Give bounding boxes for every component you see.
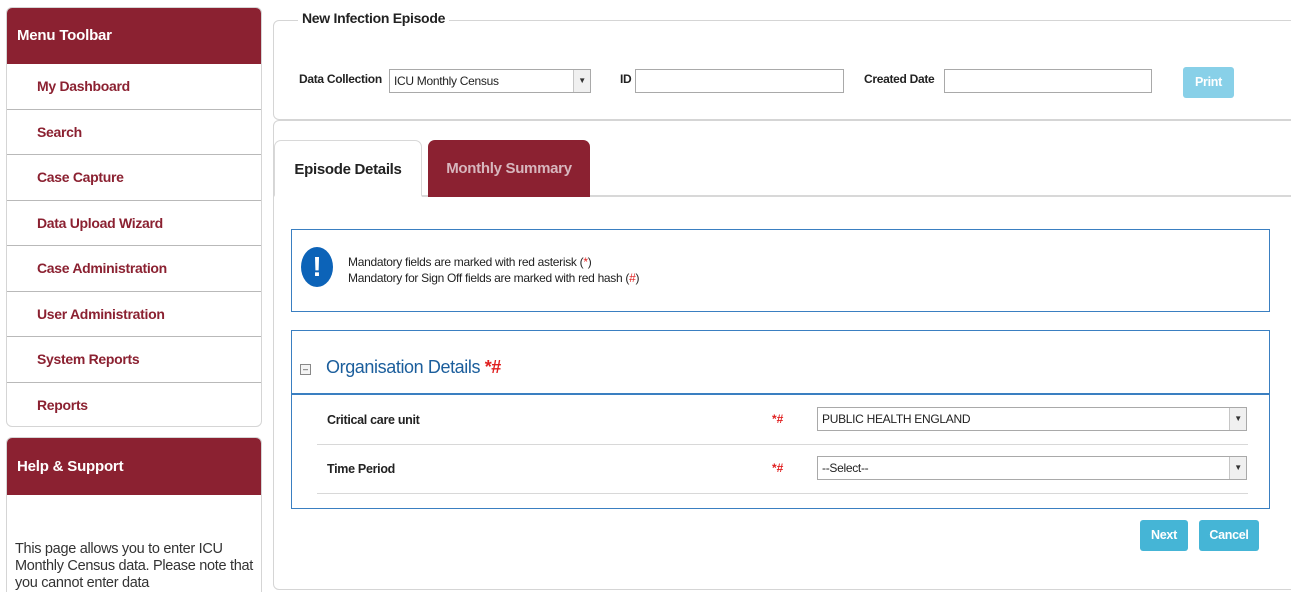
critical-care-unit-select[interactable]: PUBLIC HEALTH ENGLAND ▼ bbox=[817, 407, 1247, 431]
exclamation-icon: ! bbox=[301, 247, 333, 287]
required-mark: *# bbox=[484, 357, 502, 377]
organisation-details-title: Organisation Details *# bbox=[326, 357, 502, 377]
sidebar-item-case-capture[interactable]: Case Capture bbox=[7, 155, 261, 201]
next-button[interactable]: Next bbox=[1140, 520, 1188, 551]
menu-toolbar-header: Menu Toolbar bbox=[7, 8, 261, 64]
time-period-label: Time Period bbox=[327, 462, 396, 476]
menu-list: My Dashboard Search Case Capture Data Up… bbox=[7, 64, 261, 427]
sidebar-item-data-upload-wizard[interactable]: Data Upload Wizard bbox=[7, 201, 261, 246]
data-collection-select[interactable]: ICU Monthly Census ▼ bbox=[389, 69, 591, 93]
critical-care-unit-value: PUBLIC HEALTH ENGLAND bbox=[822, 412, 971, 426]
time-period-select[interactable]: --Select-- ▼ bbox=[817, 456, 1247, 480]
required-mark: *# bbox=[772, 461, 784, 475]
sidebar-item-search[interactable]: Search bbox=[7, 110, 261, 155]
data-collection-value: ICU Monthly Census bbox=[394, 74, 499, 88]
print-button[interactable]: Print bbox=[1183, 67, 1234, 98]
menu-toolbar-panel: Menu Toolbar My Dashboard Search Case Ca… bbox=[6, 7, 262, 427]
created-date-input[interactable] bbox=[944, 69, 1152, 93]
tab-monthly-summary[interactable]: Monthly Summary bbox=[428, 140, 590, 197]
created-date-label: Created Date bbox=[864, 72, 935, 86]
fieldset-legend: New Infection Episode bbox=[298, 10, 450, 26]
row-divider bbox=[317, 493, 1248, 494]
chevron-down-icon: ▼ bbox=[1229, 457, 1246, 479]
cancel-button[interactable]: Cancel bbox=[1199, 520, 1259, 551]
sidebar-item-case-administration[interactable]: Case Administration bbox=[7, 246, 261, 292]
help-text: This page allows you to enter ICU Monthl… bbox=[15, 541, 253, 591]
help-support-panel: Help & Support This page allows you to e… bbox=[6, 437, 262, 592]
sidebar-item-my-dashboard[interactable]: My Dashboard bbox=[7, 64, 261, 110]
collapse-icon[interactable]: – bbox=[300, 364, 311, 375]
tab-episode-details[interactable]: Episode Details bbox=[274, 140, 422, 197]
sidebar-item-system-reports[interactable]: System Reports bbox=[7, 337, 261, 383]
section-header-divider bbox=[291, 393, 1270, 395]
tabs-divider bbox=[274, 195, 1291, 197]
id-input[interactable] bbox=[635, 69, 844, 93]
time-period-value: --Select-- bbox=[822, 461, 869, 475]
help-support-header: Help & Support bbox=[7, 438, 261, 495]
chevron-down-icon: ▼ bbox=[573, 70, 590, 92]
required-mark: *# bbox=[772, 412, 784, 426]
critical-care-unit-label: Critical care unit bbox=[327, 413, 420, 427]
sidebar-item-user-administration[interactable]: User Administration bbox=[7, 292, 261, 337]
info-line-asterisk: Mandatory fields are marked with red ast… bbox=[348, 255, 592, 269]
id-label: ID bbox=[620, 72, 632, 86]
data-collection-label: Data Collection bbox=[299, 72, 382, 86]
info-line-hash: Mandatory for Sign Off fields are marked… bbox=[348, 271, 640, 285]
chevron-down-icon: ▼ bbox=[1229, 408, 1246, 430]
row-divider bbox=[317, 444, 1248, 445]
sidebar-item-reports[interactable]: Reports bbox=[7, 383, 261, 427]
